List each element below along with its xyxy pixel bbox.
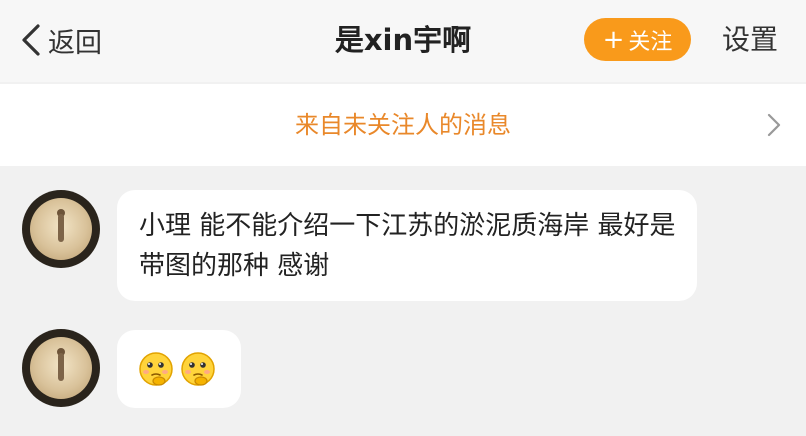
avatar[interactable] [22,190,100,268]
follow-label: 关注 [628,29,673,55]
thinking-face-emoji [139,352,173,386]
unfollowed-messages-banner[interactable]: 来自未关注人的消息 [0,84,806,166]
chevron-right-icon [767,113,781,137]
thinking-face-emoji [181,352,215,386]
chevron-left-icon [22,24,40,56]
avatar[interactable] [22,329,100,407]
message-text: 小理 能不能介绍一下江苏的淤泥质海岸 最好是带图的那种 感谢 [139,211,676,281]
back-button[interactable]: 返回 [20,20,102,60]
banner-text: 来自未关注人的消息 [295,111,511,139]
follow-button[interactable]: + 关注 [584,18,691,61]
message-bubble[interactable] [117,330,241,408]
settings-button[interactable]: 设置 [722,20,778,60]
plus-icon: + [602,24,625,55]
message-bubble[interactable]: 小理 能不能介绍一下江苏的淤泥质海岸 最好是带图的那种 感谢 [117,190,697,301]
back-label: 返回 [48,27,102,59]
navigation-bar: 返回 是xin宇啊 + 关注 设置 [0,0,806,82]
